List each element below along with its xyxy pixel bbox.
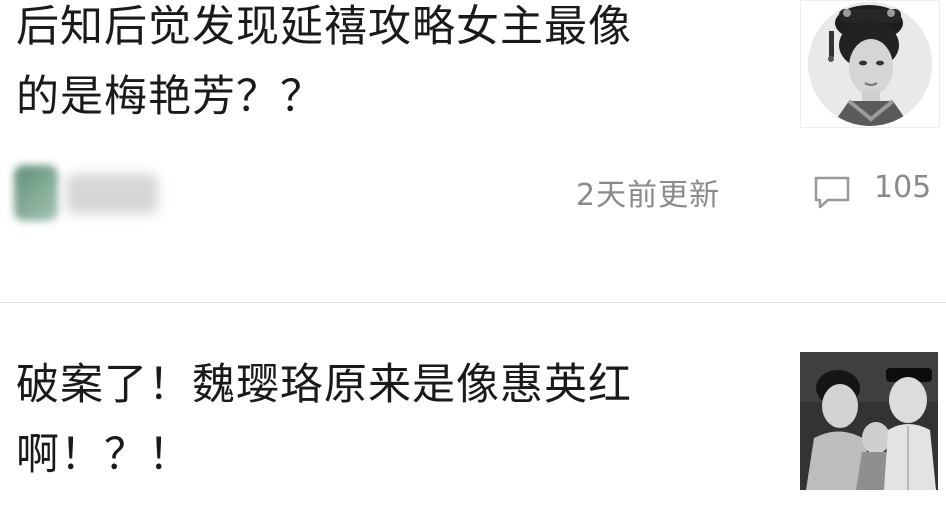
blurred-author-avatar bbox=[14, 165, 58, 221]
feed-item[interactable]: 后知后觉发现延禧攻略女主最像 的是梅艳芳？？ 2天前更新 105 bbox=[0, 0, 946, 302]
article-meta: 2天前更新 105 bbox=[0, 160, 946, 230]
article-title[interactable]: 破案了！魏璎珞原来是像惠英红 啊！？！ bbox=[16, 350, 776, 490]
film-still-photo bbox=[800, 352, 938, 490]
updated-time: 2天前更新 bbox=[576, 178, 721, 213]
article-thumbnail[interactable] bbox=[800, 352, 938, 490]
title-line-2: 啊！？！ bbox=[16, 430, 192, 480]
title-line-1: 破案了！魏璎珞原来是像惠英红 bbox=[16, 360, 632, 410]
article-thumbnail[interactable] bbox=[800, 0, 940, 128]
comment-icon[interactable] bbox=[812, 174, 852, 210]
blurred-author-name bbox=[66, 174, 158, 214]
article-title[interactable]: 后知后觉发现延禧攻略女主最像 的是梅艳芳？？ bbox=[16, 0, 776, 132]
portrait-photo bbox=[808, 2, 932, 126]
title-line-1: 后知后觉发现延禧攻略女主最像 bbox=[16, 2, 632, 52]
comment-count: 105 bbox=[874, 170, 932, 205]
title-line-2: 的是梅艳芳？？ bbox=[16, 72, 324, 122]
